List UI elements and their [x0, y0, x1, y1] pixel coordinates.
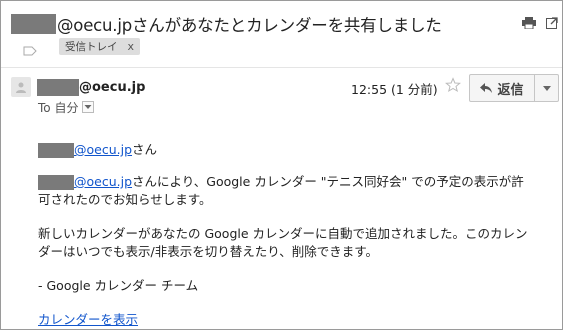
recipient-text: To 自分 [38, 100, 79, 115]
header-divider [1, 67, 562, 68]
notice-paragraph: @oecu.jp さんにより、Google カレンダー "テニス同好会" での予… [38, 173, 553, 209]
inbox-label-text: 受信トレイ [65, 40, 118, 53]
inbox-label-chip[interactable]: 受信トレイ x [59, 37, 141, 55]
subject-row: @oecu.jpさんがあなたとカレンダーを共有しました [11, 11, 442, 37]
recipient-row: To 自分 [38, 98, 95, 116]
sharer-email-link[interactable]: @oecu.jp [74, 173, 132, 191]
view-calendar-link[interactable]: カレンダーを表示 [38, 311, 138, 329]
notice-line-2: 可されたのでお知らせします。 [38, 192, 212, 207]
redacted-sender-name [37, 78, 79, 96]
label-icon[interactable] [23, 41, 37, 56]
redacted-name [38, 174, 74, 190]
top-actions [522, 17, 558, 29]
greeting-line: @oecu.jp さん [38, 141, 553, 159]
more-actions-button[interactable] [535, 74, 559, 102]
email-view: @oecu.jpさんがあなたとカレンダーを共有しました 受信トレイ x @oec… [0, 0, 563, 330]
remove-label-button[interactable]: x [128, 40, 135, 53]
reply-button[interactable]: 返信 [469, 74, 535, 102]
info-line-2: ダーはいつでも表示/非表示を切り替えたり、削除できます。 [38, 244, 378, 259]
email-timestamp: 12:55 (1 分前) [351, 82, 438, 97]
reply-label: 返信 [497, 82, 524, 98]
person-icon [11, 77, 31, 97]
chevron-down-icon [542, 85, 551, 91]
print-icon[interactable] [522, 17, 536, 29]
greeting-email-link[interactable]: @oecu.jp [74, 141, 132, 159]
redacted-name [38, 142, 74, 158]
label-row: 受信トレイ x [23, 37, 141, 56]
reply-icon [480, 83, 493, 93]
reply-button-group: 返信 [469, 74, 559, 102]
chevron-down-icon [84, 105, 92, 109]
notice-line-1: さんにより、Google カレンダー "テニス同好会" での予定の表示が許 [132, 174, 524, 189]
show-details-button[interactable] [82, 101, 95, 113]
info-line-1: 新しいカレンダーがあなたの Google カレンダーに自動で追加されました。この… [38, 226, 528, 241]
greeting-suffix: さん [132, 142, 158, 157]
email-body: @oecu.jp さん @oecu.jp さんにより、Google カレンダー … [38, 141, 553, 329]
sender-row: @oecu.jp [37, 77, 145, 97]
sender-email[interactable]: @oecu.jp [79, 80, 145, 95]
star-icon[interactable] [445, 77, 461, 97]
signature: - Google カレンダー チーム [38, 278, 199, 293]
email-subject: @oecu.jpさんがあなたとカレンダーを共有しました [57, 16, 442, 35]
info-paragraph: 新しいカレンダーがあなたの Google カレンダーに自動で追加されました。この… [38, 225, 553, 261]
new-window-icon[interactable] [546, 17, 558, 29]
redacted-sender-name [11, 14, 56, 34]
